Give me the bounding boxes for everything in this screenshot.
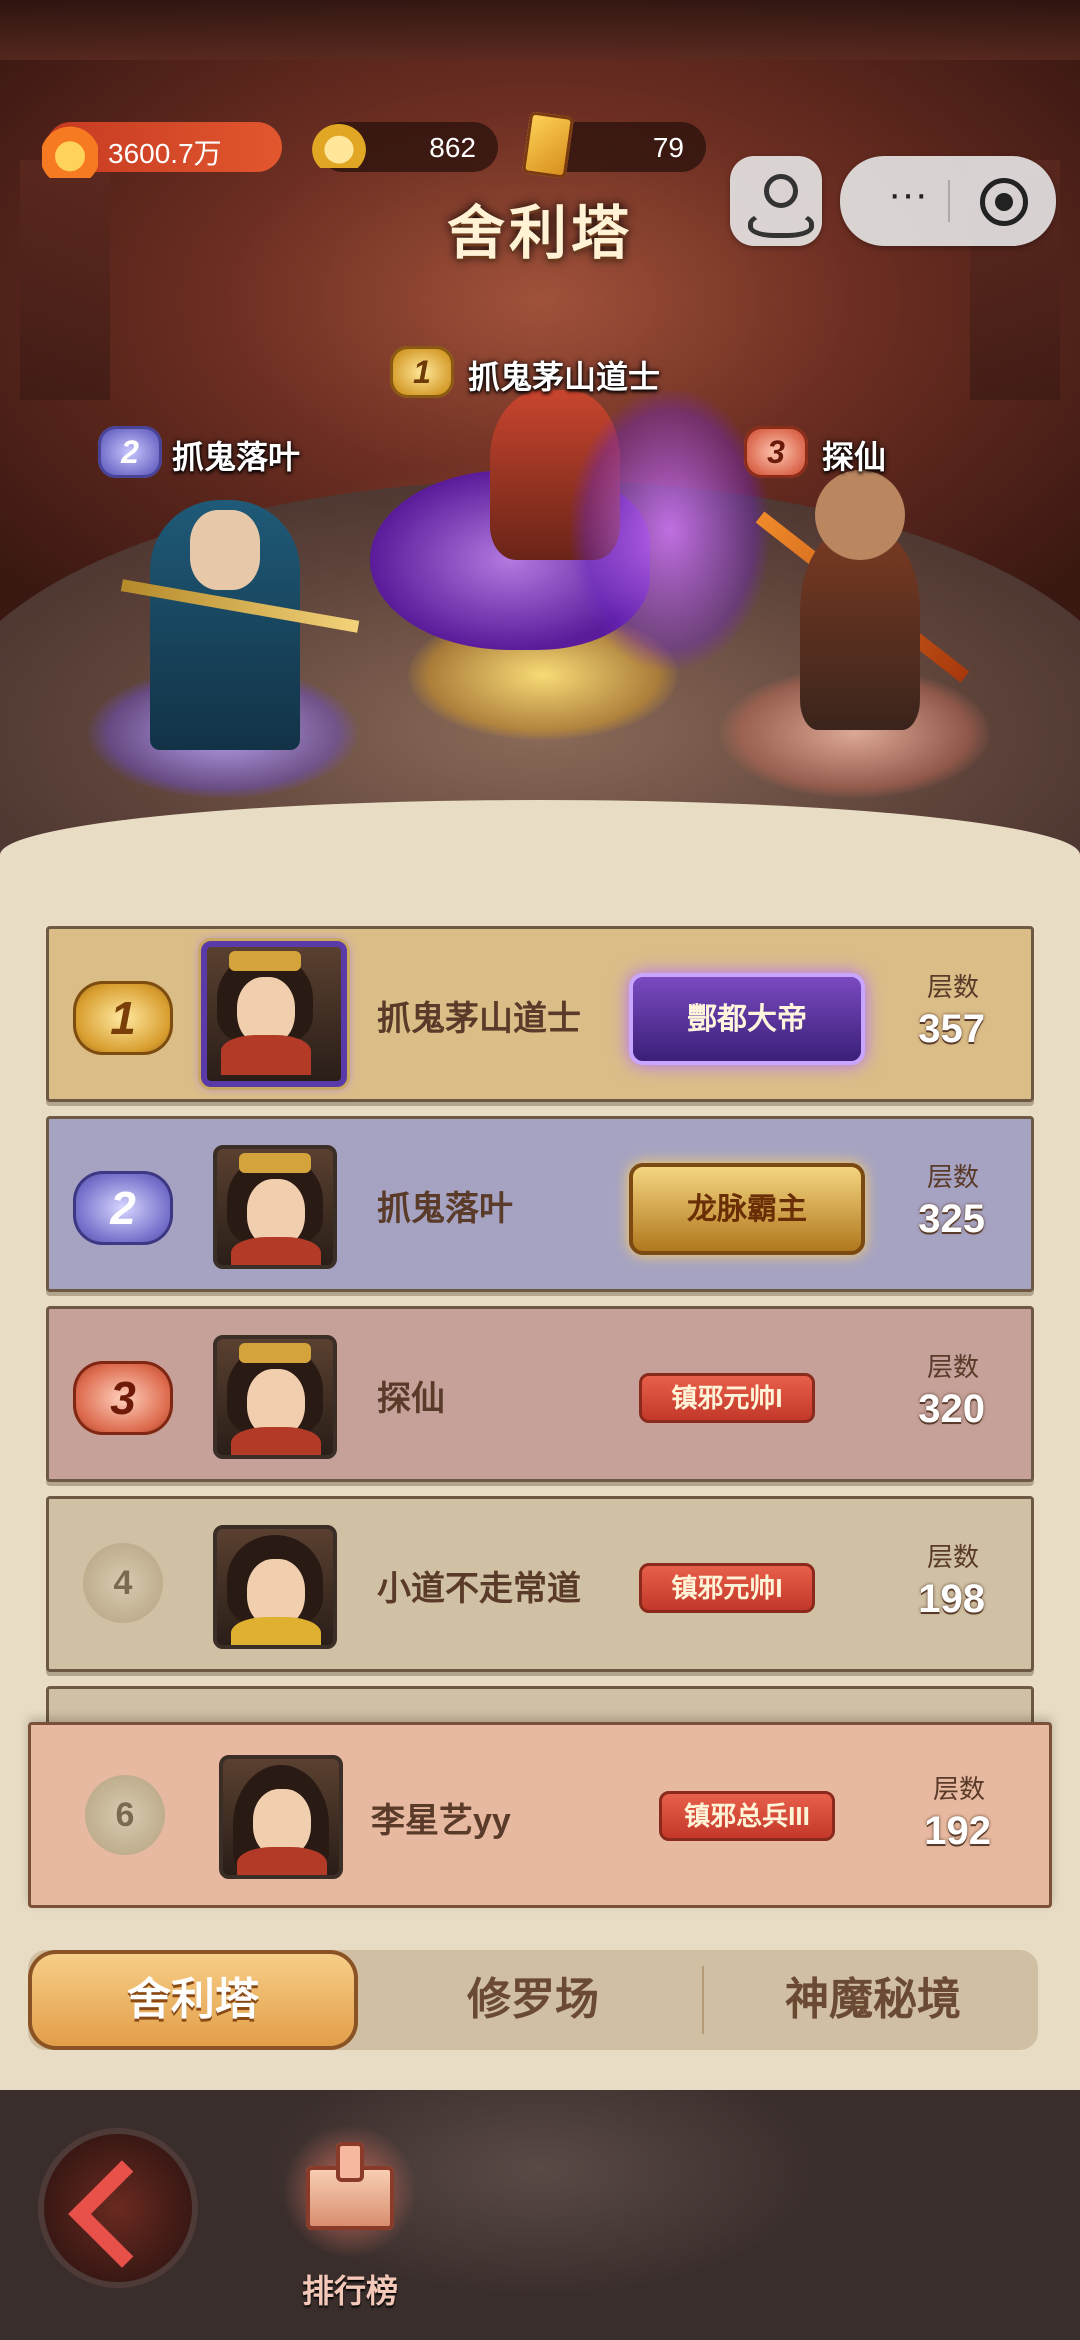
my-title-badge: 镇邪总兵III (659, 1791, 835, 1841)
floor-value: 357 (918, 1007, 985, 1051)
floor-label: 层数 (926, 1162, 979, 1192)
rank-medal-bronze: 3 (73, 1361, 173, 1435)
title-badge: 镇邪元帅I (639, 1373, 815, 1423)
floor-label: 层数 (926, 1542, 979, 1572)
rank-medal-silver: 2 (73, 1171, 173, 1245)
title-plaque: 龙脉霸主 (629, 1163, 865, 1255)
podium-rank-badge-2: 2 (98, 426, 162, 478)
close-target-button[interactable] (980, 178, 1028, 226)
hero-purple-flame (570, 390, 770, 670)
my-ranking-row[interactable]: 6 李星艺yy 镇邪总兵III 层数 192 (28, 1722, 1052, 1908)
floor-value: 198 (918, 1577, 985, 1621)
gold-counter[interactable]: 862 (310, 122, 498, 172)
hero-rank-3[interactable] (755, 450, 980, 750)
avatar-robe (231, 1617, 321, 1645)
avatar-robe (221, 1035, 311, 1075)
my-rank-number: 6 (85, 1775, 165, 1855)
miniprogram-capsule: ··· (840, 156, 1056, 246)
title-plaque: 酆都大帝 (629, 973, 865, 1065)
ranking-row[interactable]: 4 小道不走常道 镇邪元帅I 层数 198 (46, 1496, 1034, 1672)
more-options-button[interactable]: ··· (868, 172, 948, 228)
leaderboard-button[interactable]: 排行榜 (280, 2126, 420, 2326)
power-counter: 3600.7万 (42, 116, 282, 178)
avatar-robe (231, 1427, 321, 1455)
ranking-row[interactable]: 3 探仙 镇邪元帅I 层数 320 (46, 1306, 1034, 1482)
back-button[interactable] (44, 2134, 192, 2282)
card-counter[interactable]: 79 (521, 111, 706, 179)
ranking-row[interactable]: 1 抓鬼茅山道士 酆都大帝 层数 357 (46, 926, 1034, 1102)
podium-name-3: 探仙 (822, 439, 887, 475)
player-name: 抓鬼茅山道士 (377, 1000, 581, 1038)
hero-body (800, 530, 920, 730)
person-icon-base (748, 210, 814, 238)
back-arrow-icon (68, 2160, 176, 2268)
avatar[interactable] (213, 1335, 337, 1459)
avatar[interactable] (201, 941, 347, 1087)
avatar-crown (239, 1153, 311, 1173)
bottom-bar: 排行榜 (0, 2090, 1080, 2340)
podium-rank-badge-3: 3 (744, 426, 808, 478)
tab-sheli-tower[interactable]: 舍利塔 (28, 1950, 358, 2050)
hero-face (190, 510, 260, 590)
card-icon (521, 111, 575, 179)
hero-rank-2[interactable] (120, 470, 360, 750)
podium-name-1: 抓鬼茅山道士 (468, 359, 661, 395)
hero-head (815, 470, 905, 560)
hero-rank-1[interactable] (370, 370, 770, 680)
floor-value: 325 (918, 1197, 985, 1241)
scene-beam (0, 0, 1080, 60)
player-name: 探仙 (377, 1380, 445, 1418)
gold-ingot-icon (310, 122, 368, 168)
player-profile-button[interactable] (730, 156, 822, 246)
gold-value: 862 (429, 132, 476, 163)
leaderboard-tabs: 舍利塔 修罗场 神魔秘境 (28, 1950, 1038, 2050)
rank-medal-gold: 1 (73, 981, 173, 1055)
podium-scene: 1 抓鬼茅山道士 2 抓鬼落叶 3 探仙 3600.7万 862 79 舍利塔 … (0, 0, 1080, 880)
floor-label: 层数 (932, 1774, 985, 1804)
podium-name-2: 抓鬼落叶 (172, 439, 301, 475)
leaderboard-icon (306, 2142, 394, 2230)
tab-demon-realm[interactable]: 神魔秘境 (708, 1950, 1038, 2050)
rank-number: 4 (83, 1543, 163, 1623)
card-value: 79 (652, 132, 684, 163)
tab-shura-arena[interactable]: 修罗场 (368, 1950, 698, 2050)
avatar-robe (237, 1847, 327, 1875)
avatar[interactable] (213, 1525, 337, 1649)
person-icon (764, 174, 798, 208)
avatar[interactable] (213, 1145, 337, 1269)
player-name: 小道不走常道 (377, 1570, 581, 1608)
floor-value: 320 (918, 1387, 985, 1431)
leaderboard-label: 排行榜 (301, 2273, 398, 2309)
title-badge: 镇邪元帅I (639, 1563, 815, 1613)
player-name: 抓鬼落叶 (377, 1190, 513, 1228)
floor-label: 层数 (926, 972, 979, 1002)
my-avatar[interactable] (219, 1755, 343, 1879)
avatar-robe (231, 1237, 321, 1265)
floor-label: 层数 (926, 1352, 979, 1382)
tab-divider (702, 1966, 704, 2034)
ranking-row[interactable]: 2 抓鬼落叶 龙脉霸主 层数 325 (46, 1116, 1034, 1292)
capsule-divider (948, 180, 950, 222)
my-player-name: 李星艺yy (371, 1802, 511, 1840)
flame-icon (42, 116, 98, 178)
power-value: 3600.7万 (108, 138, 222, 169)
avatar-crown (229, 951, 301, 971)
my-floor-value: 192 (924, 1809, 991, 1853)
podium-rank-badge-1: 1 (390, 346, 454, 398)
avatar-crown (239, 1343, 311, 1363)
